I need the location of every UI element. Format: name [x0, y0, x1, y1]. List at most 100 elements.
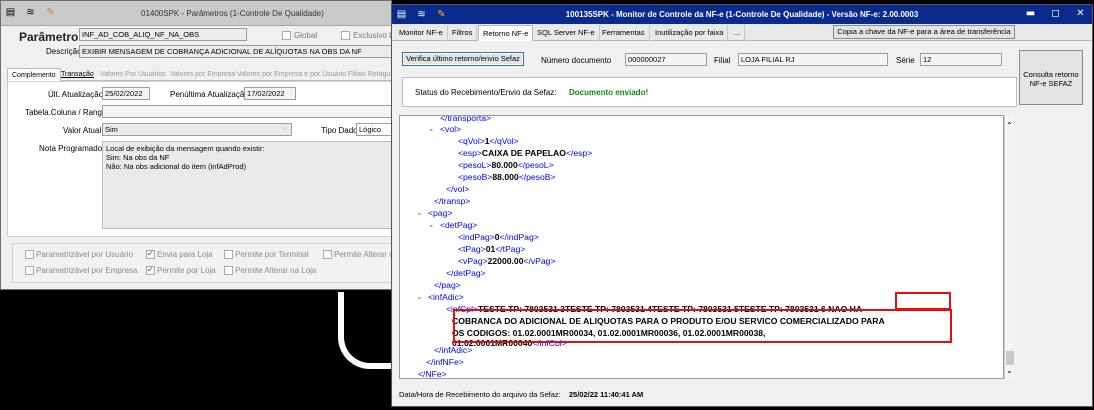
chevron-down-icon[interactable]: ⌵	[282, 125, 287, 133]
tab-inutilizacao[interactable]: Inutilização por faixa	[651, 25, 729, 41]
tools-icon[interactable]: ✎	[45, 7, 56, 18]
numero-documento-field[interactable]: 000000027	[625, 53, 707, 66]
minimize-icon[interactable]: ▬	[1025, 8, 1036, 20]
xml-line: - <vol>	[430, 124, 462, 134]
tipo-dado-label: Tipo Dado	[321, 126, 358, 135]
permite-loja-label: Permite por Loja	[157, 266, 216, 275]
tab-sql-server-nfe[interactable]: SQL Server NF-e	[533, 25, 600, 41]
title-bar: ▤ ≋ ✎ 01400SPK - Parâmetros (1-Controle …	[1, 1, 391, 26]
flags-panel: Parametrizável por Usuário Envia para Lo…	[12, 243, 392, 283]
filial-label: Filial	[714, 56, 731, 65]
xml-line: </infAdic>	[434, 345, 473, 355]
xml-line: - <pag>	[418, 208, 453, 218]
xml-line: </transp>	[434, 196, 471, 206]
tab-retorno-nfe[interactable]: Retorno NF-e	[478, 25, 534, 41]
copy-key-button[interactable]: Copia a chave da NF-e para a área de tra…	[833, 25, 1015, 39]
verify-sefaz-button[interactable]: Verifica último retorno/envio Sefaz	[402, 52, 524, 66]
permite-alterar-n-label: Permite Alterar n	[334, 250, 392, 259]
parametro-label: Parâmetro	[19, 30, 79, 44]
filial-field[interactable]: LOJA FILIAL RJ	[738, 53, 888, 66]
monitor-tabs: Monitor NF-e Filtros Retorno NF-e SQL Se…	[392, 24, 1092, 41]
complemento-panel: Últ. Atualização 25/02/2022 Penúltima At…	[7, 81, 391, 237]
xml-line: </vol>	[446, 184, 470, 194]
consulta-line-2: NF-e SEFAZ	[1029, 79, 1073, 88]
xml-line: - <detPag>	[430, 220, 478, 230]
tipo-dado-field[interactable]: Lógico	[356, 123, 391, 136]
parametrizavel-empresa-label: Parametrizável por Empresa	[36, 266, 138, 275]
numero-documento-label: Número documento	[541, 56, 612, 65]
tab-filiais-retaguarda[interactable]: Filiais Retagua	[344, 68, 391, 81]
nota-line: Local de exibição da mensagem quando exi…	[106, 144, 265, 153]
tab-valores-usuarios[interactable]: Valores Por Usuários	[96, 68, 170, 81]
tab-monitor-nfe[interactable]: Monitor NF-e	[395, 25, 448, 41]
ult-atualizacao-label: Últ. Atualização	[48, 90, 104, 99]
xml-line: - <infAdic>	[418, 292, 464, 302]
status-panel: Status do Recebimento/Envio da Sefaz: Do…	[402, 77, 1017, 107]
xml-viewer[interactable]: </transporta> - <vol> <qVol>1</qVol> <esp…	[399, 115, 1004, 379]
ult-atualizacao-field[interactable]: 25/02/2022	[102, 87, 150, 100]
permite-alterar-loja-label: Permite Alterar na Loja	[235, 266, 317, 275]
xml-line: <vPag>22000.00</vPag>	[458, 256, 556, 266]
permite-loja-checkbox[interactable]	[146, 265, 155, 275]
footer: Data/Hora de Recebimento do arquivo da S…	[399, 390, 643, 399]
xml-line: <pesoL>80.000</pesoL>	[458, 160, 554, 170]
options-icon[interactable]: ≋	[25, 7, 36, 18]
highlight-box	[895, 292, 951, 310]
highlight-box	[453, 309, 952, 343]
tabela-coluna-label: Tabela.Coluna / Range	[25, 108, 107, 117]
serie-field[interactable]: 12	[920, 53, 1002, 66]
exclusivo-checkbox[interactable]	[341, 31, 350, 40]
status-label: Status do Recebimento/Envio da Sefaz:	[415, 88, 557, 97]
penultima-label: Penúltima Atualização	[170, 90, 249, 99]
parametros-window: ▤ ≋ ✎ 01400SPK - Parâmetros (1-Controle …	[0, 0, 392, 290]
nota-line: Sim: Na obs da NF	[106, 153, 170, 162]
xml-line: </pag>	[434, 280, 461, 290]
permite-alterar-loja-checkbox[interactable]	[224, 266, 233, 275]
nota-line: Não: Na obs adicional do item (infAdProd…	[106, 162, 247, 171]
descricao-field[interactable]: EXIBIR MENSAGEM DE COBRANÇA ADICIONAL DE…	[79, 45, 391, 58]
xml-line: </NFe>	[418, 369, 447, 379]
tab-complemento[interactable]: Complemento	[7, 68, 61, 81]
nota-programador-label: Nota Programador	[39, 144, 105, 153]
valor-atual-select[interactable]: Sim	[102, 123, 292, 136]
tabela-coluna-field[interactable]	[102, 105, 391, 118]
nota-programador-field[interactable]: Local de exibição da mensagem quando exi…	[102, 141, 391, 229]
penultima-field[interactable]: 17/02/2022	[244, 87, 296, 100]
footer-label: Data/Hora de Recebimento do arquivo da S…	[399, 390, 561, 399]
scroll-thumb[interactable]	[1006, 351, 1014, 365]
vertical-scrollbar[interactable]: ⌃ ⌄	[1004, 115, 1015, 379]
permite-terminal-checkbox[interactable]	[224, 250, 233, 259]
window-title: 100135SPK - Monitor de Controle da NF-e …	[565, 10, 919, 19]
descricao-label: Descrição	[46, 47, 82, 56]
maximize-icon[interactable]: ◻	[1050, 8, 1061, 20]
tab-more[interactable]: ...	[730, 25, 746, 41]
parametro-field[interactable]: INF_AD_COB_ALIQ_NF_NA_OBS	[79, 28, 247, 41]
xml-line: <tPag>01</tPag>	[458, 244, 526, 254]
consulta-retorno-button[interactable]: Consulta retorno NF-e SEFAZ	[1019, 50, 1083, 105]
tab-transacao[interactable]: Transação	[57, 68, 98, 81]
parametrizavel-usuario-checkbox[interactable]	[25, 250, 34, 259]
tab-filtros[interactable]: Filtros	[448, 25, 478, 41]
permite-terminal-label: Permite por Terminal	[235, 250, 309, 259]
envia-para-loja-checkbox[interactable]	[146, 249, 155, 259]
window-menu-icon[interactable]: ▤	[5, 7, 16, 18]
tab-valores-empresa[interactable]: Valores por Empresa	[166, 68, 239, 81]
permite-alterar-n-checkbox[interactable]	[323, 250, 332, 259]
tab-valores-empresa-usuario[interactable]: Valores por Empresa e por Usuário	[233, 68, 350, 81]
title-bar: ▤ ≋ ✎ 100135SPK - Monitor de Controle da…	[392, 5, 1092, 24]
xml-line: <pesoB>88.000</pesoB>	[458, 172, 556, 182]
xml-line: <esp>CAIXA DE PAPELAO</esp>	[458, 148, 593, 158]
exclusivo-label: Exclusivo Li	[353, 31, 392, 40]
valor-atual-label: Valor Atual	[63, 126, 102, 135]
tab-ferramentas[interactable]: Ferramentas	[598, 25, 650, 41]
scroll-up-icon[interactable]: ⌃	[1006, 121, 1013, 130]
footer-value: 25/02/22 11:40:41 AM	[568, 390, 644, 399]
scroll-down-icon[interactable]: ⌄	[1006, 366, 1013, 375]
parameter-header: Parâmetro INF_AD_COB_ALIQ_NF_NA_OBS Glob…	[7, 27, 392, 62]
envia-para-loja-label: Envia para Loja	[157, 250, 213, 259]
global-checkbox[interactable]	[282, 31, 291, 40]
window-title: 01400SPK - Parâmetros (1-Controle De Qua…	[141, 9, 324, 18]
serie-label: Série	[896, 56, 915, 65]
close-icon[interactable]: ✕	[1075, 8, 1086, 20]
parametrizavel-empresa-checkbox[interactable]	[25, 266, 34, 275]
